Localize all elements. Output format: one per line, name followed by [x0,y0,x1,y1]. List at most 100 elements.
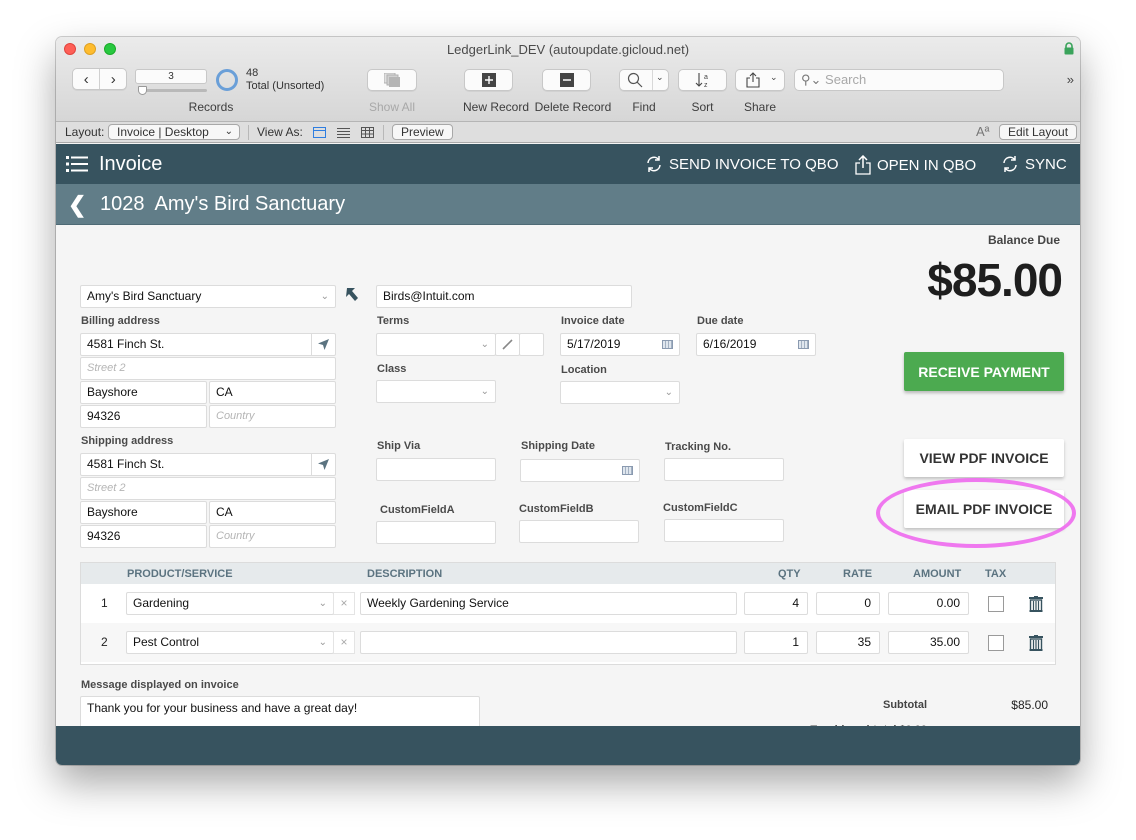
search-input[interactable]: ⚲⌄ Search [794,69,1004,91]
clear-product-icon[interactable]: × [333,631,355,654]
class-select[interactable]: ⌄ [376,380,496,403]
toolbar-overflow-button[interactable]: » [1067,72,1074,87]
custom-field-b-input[interactable] [519,520,639,543]
table-view-icon[interactable] [361,127,374,138]
shipping-street1-value: 4581 Finch St. [87,457,165,471]
custom-field-a-input[interactable] [376,521,496,544]
open-in-qbo-button[interactable]: OPEN IN QBO [855,155,976,175]
list-view-icon[interactable] [337,127,350,138]
amount-field[interactable]: 35.00 [888,631,969,654]
description-field[interactable]: Weekly Gardening Service [360,592,737,615]
shipping-zip-field[interactable]: 94326 [80,525,207,548]
record-navigation: ‹ › [72,68,127,90]
shipping-country-field[interactable]: Country [209,525,336,548]
shipping-state-field[interactable]: CA [209,501,336,524]
shipping-street1-field[interactable]: 4581 Finch St. [80,453,336,476]
record-slider[interactable] [139,89,207,92]
layout-bar: Layout: Invoice | Desktop ⌄ View As: Pre… [56,122,1080,143]
rate-field[interactable]: 0 [816,592,880,615]
calendar-icon[interactable] [798,340,809,349]
line-items-header: PRODUCT/SERVICE DESCRIPTION QTY RATE AMO… [81,563,1055,584]
billing-street1-field[interactable]: 4581 Finch St. [80,333,336,356]
amount-field[interactable]: 0.00 [888,592,969,615]
clear-product-icon[interactable]: × [333,592,355,615]
sort-button[interactable]: a z [678,69,727,91]
show-all-button[interactable] [367,69,417,91]
edit-terms-button[interactable] [495,333,520,356]
terms-select[interactable]: ⌄ [376,333,496,356]
previous-record-button[interactable]: ‹ [73,69,99,89]
find-button[interactable]: ⌄ [619,69,669,91]
invoice-date-field[interactable]: 5/17/2019 [560,333,680,356]
billing-state-field[interactable]: CA [209,381,336,404]
email-pdf-invoice-button[interactable]: EMAIL PDF INVOICE [904,490,1064,528]
sort-icon: a z [695,73,708,88]
sync-label: SYNC [1025,155,1067,173]
trash-icon[interactable] [1029,596,1043,612]
text-size-icon[interactable]: Aª [976,124,989,139]
form-view-icon[interactable] [313,127,326,138]
delete-record-button[interactable] [542,69,591,91]
next-record-button[interactable]: › [99,69,126,89]
shipping-city-field[interactable]: Bayshore [80,501,207,524]
description-field[interactable] [360,631,737,654]
send-invoice-to-qbo-button[interactable]: SEND INVOICE TO QBO [645,155,838,173]
message-label: Message displayed on invoice [81,679,239,691]
view-pdf-invoice-button[interactable]: VIEW PDF INVOICE [904,439,1064,477]
calendar-icon[interactable] [662,340,673,349]
record-count: 48 [246,67,259,79]
layout-select[interactable]: Invoice | Desktop ⌄ [108,124,240,140]
layout-select-value: Invoice | Desktop [117,125,209,139]
billing-city-field[interactable]: Bayshore [80,381,207,404]
ship-via-field[interactable] [376,458,496,481]
customer-select[interactable]: Amy's Bird Sanctuary ⌄ [80,285,336,308]
balance-due-amount: $85.00 [927,254,1063,306]
edit-layout-button[interactable]: Edit Layout [999,124,1078,140]
tracking-number-field[interactable] [664,458,784,481]
send-invoice-label: SEND INVOICE TO QBO [669,155,839,173]
svg-text:z: z [704,82,708,88]
qty-field[interactable]: 1 [744,631,808,654]
line-number: 2 [101,635,108,649]
sync-button[interactable]: SYNC [1001,155,1067,173]
custom-field-c-input[interactable] [664,519,784,542]
rate-field[interactable]: 35 [816,631,880,654]
delete-record-label: Delete Record [534,100,612,114]
email-field[interactable]: Birds@Intuit.com [376,285,632,308]
billing-street2-field[interactable]: Street 2 [80,357,336,380]
go-to-customer-icon[interactable] [345,287,359,303]
chevron-down-icon: ⌄ [480,339,489,350]
qty-field[interactable]: 4 [744,592,808,615]
sort-label: Sort [691,100,714,114]
product-select[interactable]: Pest Control ⌄ [126,631,334,654]
calendar-icon[interactable] [622,466,633,475]
map-location-button[interactable] [311,454,335,475]
due-date-field[interactable]: 6/16/2019 [696,333,816,356]
shipping-street2-field[interactable]: Street 2 [80,477,336,500]
column-header-description: DESCRIPTION [367,568,443,580]
trash-icon[interactable] [1029,635,1043,651]
current-record-field[interactable]: 3 [135,69,207,84]
new-record-button[interactable] [464,69,513,91]
tax-checkbox[interactable] [988,596,1004,612]
tax-checkbox[interactable] [988,635,1004,651]
menu-icon[interactable] [66,156,88,172]
location-label: Location [561,364,607,376]
chevron-down-icon: ⌄ [480,386,489,397]
location-select[interactable]: ⌄ [560,381,680,404]
share-menu-chevron-icon[interactable]: ⌄ [770,72,778,83]
shipping-address-label: Shipping address [81,435,174,447]
subtotal-value: $85.00 [1011,698,1048,712]
receive-payment-button[interactable]: RECEIVE PAYMENT [904,352,1064,391]
billing-country-field[interactable]: Country [209,405,336,428]
preview-button[interactable]: Preview [392,124,453,140]
shipping-date-field[interactable] [520,459,640,482]
share-button[interactable]: ⌄ [735,69,785,91]
find-menu-chevron-icon[interactable]: ⌄ [656,72,664,83]
terms-extra-field[interactable] [519,333,544,356]
billing-zip-field[interactable]: 94326 [80,405,207,428]
map-location-button[interactable] [311,334,335,355]
back-chevron-icon[interactable]: ❮ [68,192,86,218]
record-slider-handle[interactable] [138,86,147,95]
product-select[interactable]: Gardening ⌄ [126,592,334,615]
